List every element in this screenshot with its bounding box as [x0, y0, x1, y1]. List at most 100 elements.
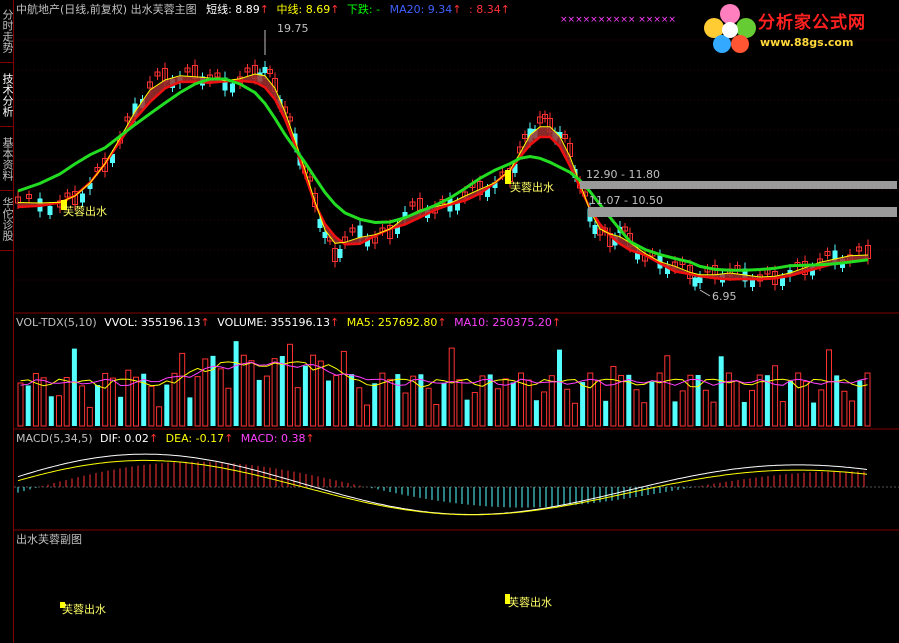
volume-bar-up — [32, 373, 39, 427]
candle-down — [592, 225, 598, 234]
volume-bar-down — [95, 385, 100, 426]
macd-value: MACD: 0.38 — [240, 432, 306, 445]
candle-down — [692, 277, 698, 287]
volume-bar-down — [71, 348, 77, 426]
volume-bar-up — [271, 358, 278, 427]
volume-bar-up — [587, 372, 594, 427]
site-logo: 分析家公式网 www.88gs.com — [700, 2, 895, 54]
vol-ma10-line — [20, 361, 868, 387]
volume-bar-up — [148, 385, 155, 427]
price-high-label: 19.75 — [277, 22, 309, 35]
volume-bar-up — [333, 375, 340, 427]
volume-bar-up — [749, 389, 755, 427]
volume-bar-down — [141, 373, 147, 426]
volume-bar-up — [471, 391, 478, 427]
vol-indicator-name: VOL-TDX(5,10) — [16, 316, 97, 329]
volume-bar-up — [133, 376, 139, 427]
volume-bar-up — [294, 387, 301, 427]
arrow-up-icon: ↑ — [330, 3, 340, 16]
candle-down — [47, 206, 53, 215]
main-panel-header: 中航地产(日线,前复权) 出水芙蓉主图 短线: 8.89↑ 中线: 8.69↑ … — [16, 3, 516, 16]
volume-bar-up — [102, 372, 109, 427]
low-marker — [699, 289, 711, 297]
volume-bar-up — [610, 365, 617, 427]
volume-bar-up — [802, 381, 809, 427]
volume-bar-down — [649, 381, 655, 426]
dea-value: DEA: -0.17 — [165, 432, 225, 445]
dif-value: DIF: 0.02 — [100, 432, 149, 445]
volume-bar-down — [25, 385, 31, 426]
volume-bar-up — [340, 350, 347, 427]
volume-bar-up — [425, 387, 432, 427]
flower-logo-icon — [704, 4, 756, 53]
volume-bar-down — [464, 399, 470, 426]
volume-bar-up — [779, 401, 786, 427]
volume-bar-up — [456, 379, 463, 427]
volume-bar-up — [525, 379, 532, 427]
volume-bar-up — [387, 378, 394, 427]
volume-bar-down — [557, 349, 562, 426]
signal-label: 芙蓉出水 — [508, 596, 552, 609]
candle-down — [337, 249, 343, 258]
volume-bar-down — [811, 402, 817, 426]
volume-bar-down — [533, 400, 539, 426]
volume-bar-down — [580, 382, 586, 426]
volume-bar-down — [349, 374, 355, 426]
volume-bar-down — [326, 380, 331, 426]
arrow-up-icon: ↑ — [200, 316, 210, 329]
vol-panel-header: VOL-TDX(5,10) VVOL: 355196.13↑ VOLUME: 3… — [16, 316, 567, 329]
volume-bar-up — [494, 388, 501, 427]
volume-bar-up — [217, 368, 224, 427]
volume-bar-up — [849, 400, 856, 427]
macd-dif-line — [17, 453, 868, 515]
signal-label: 芙蓉出水 — [62, 603, 106, 616]
volume-bar-up — [410, 375, 417, 427]
arrow-up-icon: ↑ — [551, 316, 562, 329]
volume-bar-down — [48, 396, 54, 426]
volume-bar-up — [156, 406, 163, 427]
volume-bar-up — [225, 387, 232, 427]
volume-bar-up — [63, 376, 70, 427]
volume-bar-up — [310, 354, 317, 427]
price-low-label: 6.95 — [712, 290, 737, 303]
volume-bar-down — [279, 355, 285, 426]
volume-bar-up — [548, 375, 555, 427]
volume-bar-up — [564, 388, 571, 427]
logo-url: www.88gs.com — [760, 36, 854, 49]
macd-panel-header: MACD(5,34,5) DIF: 0.02↑ DEA: -0.17↑ MACD… — [16, 432, 321, 445]
volume-bar-down — [372, 383, 378, 426]
arrow-up-icon: ↑ — [330, 316, 340, 329]
volume-bar-down — [718, 356, 724, 426]
volume-bar-up — [502, 378, 509, 427]
volume-bar-up — [356, 387, 363, 427]
volume-bar-up — [826, 349, 832, 427]
volume-bar-down — [603, 400, 609, 426]
volume-bar-up — [125, 369, 132, 427]
volume-bar-up — [664, 355, 671, 427]
candle-down — [697, 277, 703, 283]
volume-bar-up — [448, 347, 455, 427]
candle-down — [262, 67, 268, 73]
resistance-bar — [588, 207, 897, 217]
volume-bar-up — [595, 379, 601, 427]
volume-bar-down — [302, 365, 308, 426]
volume-bar-down — [788, 380, 793, 426]
volume-bar-up — [364, 404, 370, 427]
volume-bar-up — [248, 360, 255, 427]
candle-down — [230, 83, 235, 93]
volume-bar-up — [818, 389, 825, 427]
volume-bar-up — [841, 390, 848, 427]
signal-label: 芙蓉出水 — [63, 205, 107, 218]
volume-bar-up — [633, 389, 640, 427]
short-line-value: 短线: 8.89 — [206, 3, 260, 16]
decoration-crosses: ×××××××××× ××××× — [560, 15, 676, 25]
arrow-up-icon: ↑ — [500, 3, 510, 16]
volume-value: VOLUME: 355196.13 — [217, 316, 330, 329]
macd-indicator-name: MACD(5,34,5) — [16, 432, 93, 445]
volume-bar-down — [164, 384, 170, 426]
volume-bar-down — [441, 382, 447, 426]
volume-bar-up — [379, 372, 386, 427]
volume-bar-up — [56, 395, 62, 427]
volume-bar-up — [79, 385, 86, 427]
arrow-up-icon: ↑ — [224, 432, 234, 445]
